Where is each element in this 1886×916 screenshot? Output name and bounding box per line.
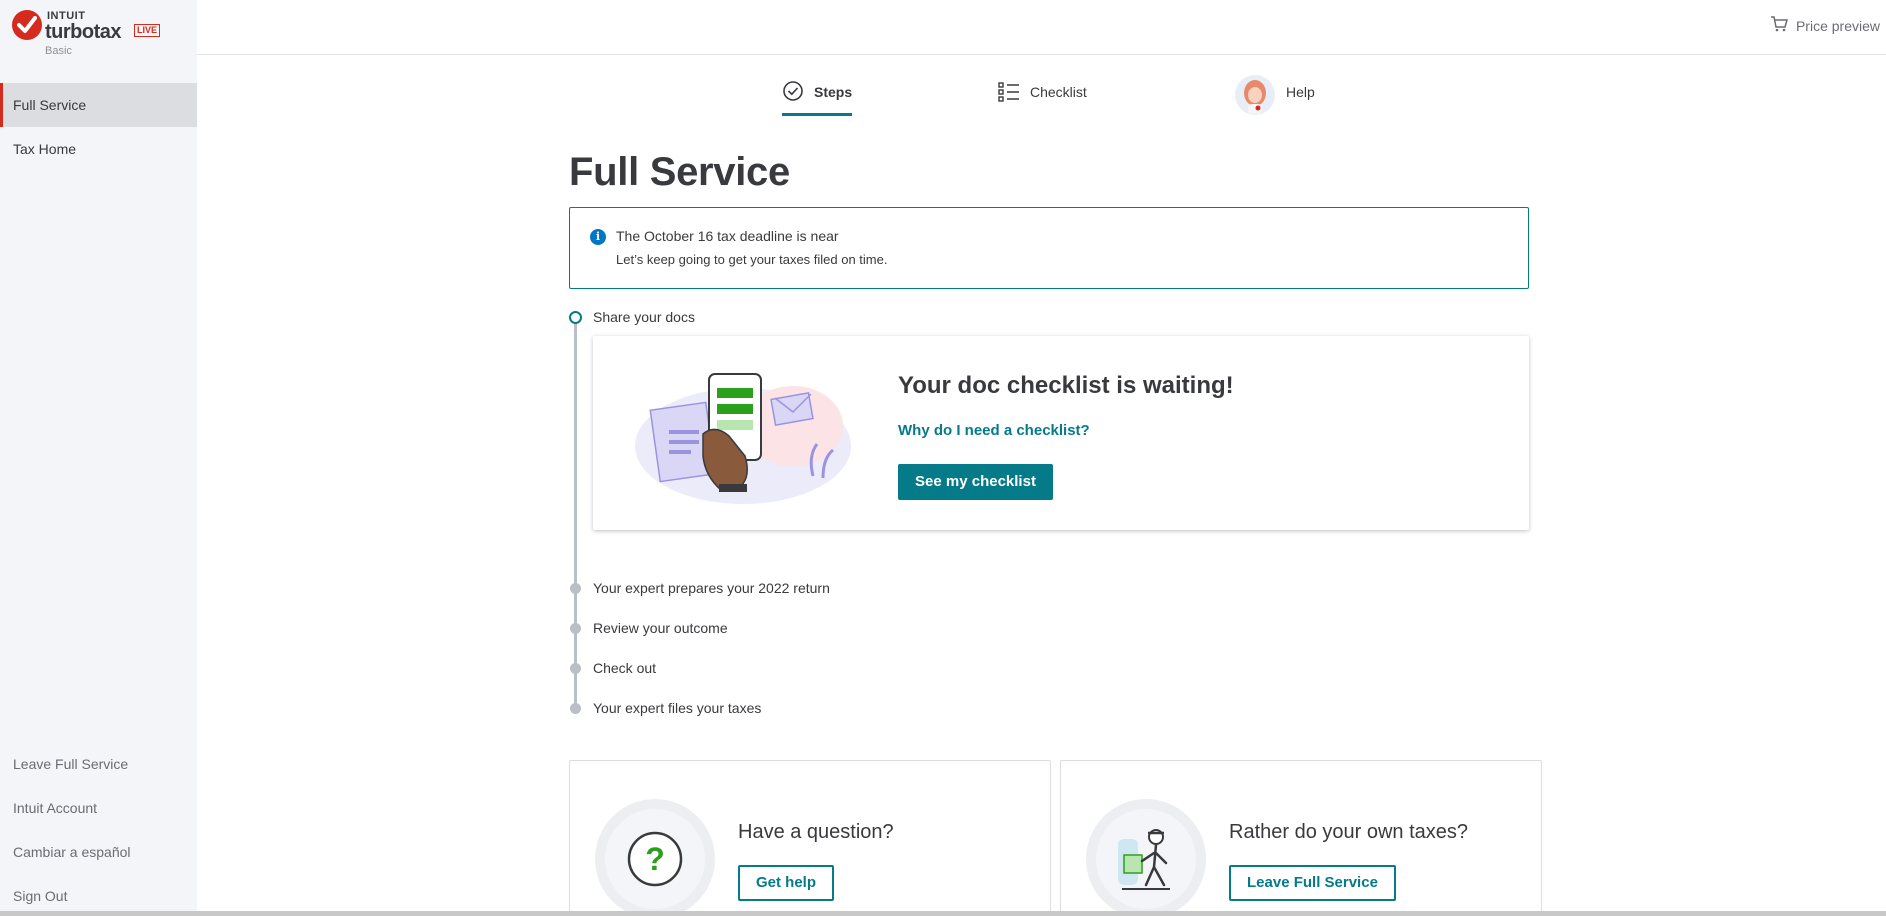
tab-steps[interactable]: Steps xyxy=(782,80,853,116)
timeline-line xyxy=(574,584,577,708)
list-icon xyxy=(998,80,1020,105)
svg-text:?: ? xyxy=(645,841,665,877)
leave-full-service-button[interactable]: Leave Full Service xyxy=(1229,865,1396,901)
timeline-line xyxy=(574,322,577,584)
intuit-account-link[interactable]: Intuit Account xyxy=(13,800,97,816)
avatar-icon xyxy=(1234,74,1276,119)
deadline-alert: i The October 16 tax deadline is near Le… xyxy=(569,207,1529,289)
timeline-dot xyxy=(570,703,581,714)
price-preview-button[interactable]: Price preview xyxy=(1770,16,1880,35)
timeline-dot xyxy=(570,623,581,634)
sidebar-item-full-service[interactable]: Full Service xyxy=(0,83,197,127)
help-card-title: Have a question? xyxy=(738,821,894,843)
tab-checklist[interactable]: Checklist xyxy=(998,80,1087,116)
step-expert-files: Your expert files your taxes xyxy=(593,700,762,716)
doc-checklist-card: Your doc checklist is waiting! Why do I … xyxy=(593,336,1529,530)
sidebar-item-tax-home[interactable]: Tax Home xyxy=(0,127,197,171)
step-check-out: Check out xyxy=(593,660,657,676)
price-preview-label: Price preview xyxy=(1795,17,1880,34)
tab-help[interactable]: Help xyxy=(1234,74,1315,115)
diy-card-illustration xyxy=(1086,799,1206,916)
leave-full-service-link[interactable]: Leave Full Service xyxy=(13,756,128,772)
delivery-person-icon xyxy=(1118,829,1170,890)
diy-card-title: Rather do your own taxes? xyxy=(1229,821,1469,843)
sidebar: INTUIT turbotax LIVE Basic Full Service … xyxy=(0,0,197,916)
help-card: ? Have a question? Get help xyxy=(569,760,1051,916)
diy-card: Rather do your own taxes? Leave Full Ser… xyxy=(1060,760,1542,916)
doc-card-title: Your doc checklist is waiting! xyxy=(898,372,1234,399)
why-checklist-link[interactable]: Why do I need a checklist? xyxy=(898,422,1090,439)
cart-icon xyxy=(1770,16,1788,35)
sidebar-item-label: Full Service xyxy=(13,97,87,113)
live-badge: LIVE xyxy=(134,24,161,37)
alert-title: The October 16 tax deadline is near xyxy=(616,228,839,244)
timeline-dot xyxy=(570,583,581,594)
sidebar-item-label: Tax Home xyxy=(13,141,77,157)
turbotax-logo[interactable]: INTUIT turbotax LIVE Basic xyxy=(12,8,192,58)
product-tier: Basic xyxy=(45,45,72,57)
timeline-dot xyxy=(570,663,581,674)
step-expert-prepares: Your expert prepares your 2022 return xyxy=(593,580,830,596)
help-card-illustration: ? xyxy=(595,799,715,916)
check-circle-icon xyxy=(782,80,804,105)
step-share-docs: Share your docs xyxy=(593,309,695,325)
horizontal-scrollbar[interactable] xyxy=(0,911,1886,916)
timeline-current-dot xyxy=(569,311,582,324)
get-help-button[interactable]: Get help xyxy=(738,865,835,901)
tab-label: Checklist xyxy=(1030,84,1087,100)
phone-checklist-illustration xyxy=(633,366,863,506)
page-title: Full Service xyxy=(569,150,790,194)
info-icon: i xyxy=(590,229,606,245)
top-bar: Price preview xyxy=(197,0,1886,55)
alert-text: Let’s keep going to get your taxes filed… xyxy=(616,252,888,267)
see-checklist-button[interactable]: See my checklist xyxy=(898,464,1053,500)
step-review-outcome: Review your outcome xyxy=(593,620,728,636)
sign-out-link[interactable]: Sign Out xyxy=(13,888,67,904)
checkmark-logo-icon xyxy=(12,10,42,40)
tab-label: Help xyxy=(1286,84,1315,100)
logo-product: turbotax xyxy=(45,21,122,43)
spanish-language-link[interactable]: Cambiar a español xyxy=(13,844,131,860)
tab-label: Steps xyxy=(814,84,853,100)
